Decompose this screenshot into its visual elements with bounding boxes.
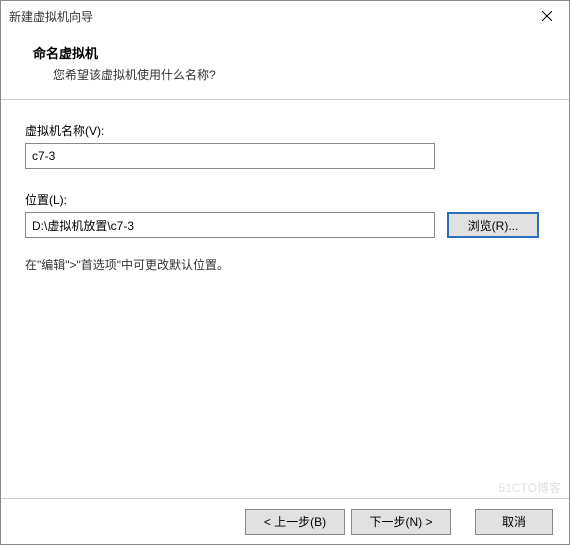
page-title: 命名虚拟机 — [33, 43, 545, 62]
page-subtitle: 您希望该虚拟机使用什么名称? — [53, 66, 545, 83]
close-button[interactable] — [524, 1, 569, 31]
browse-button[interactable]: 浏览(R)... — [447, 212, 539, 238]
wizard-window: 新建虚拟机向导 命名虚拟机 您希望该虚拟机使用什么名称? 虚拟机名称(V): 位… — [0, 0, 570, 545]
back-button[interactable]: < 上一步(B) — [245, 509, 345, 535]
cancel-button[interactable]: 取消 — [475, 509, 553, 535]
close-icon — [542, 11, 552, 21]
window-title: 新建虚拟机向导 — [9, 8, 93, 25]
location-label: 位置(L): — [25, 191, 545, 208]
wizard-body: 虚拟机名称(V): 位置(L): 浏览(R)... 在"编辑">"首选项"中可更… — [1, 100, 569, 498]
location-input[interactable] — [25, 212, 435, 238]
vm-name-input[interactable] — [25, 143, 435, 169]
next-button[interactable]: 下一步(N) > — [351, 509, 451, 535]
wizard-header: 命名虚拟机 您希望该虚拟机使用什么名称? — [1, 31, 569, 100]
location-hint: 在"编辑">"首选项"中可更改默认位置。 — [25, 256, 545, 273]
wizard-footer: < 上一步(B) 下一步(N) > 取消 — [1, 498, 569, 544]
titlebar: 新建虚拟机向导 — [1, 1, 569, 31]
vm-name-label: 虚拟机名称(V): — [25, 122, 545, 139]
location-row: 浏览(R)... — [25, 212, 545, 238]
